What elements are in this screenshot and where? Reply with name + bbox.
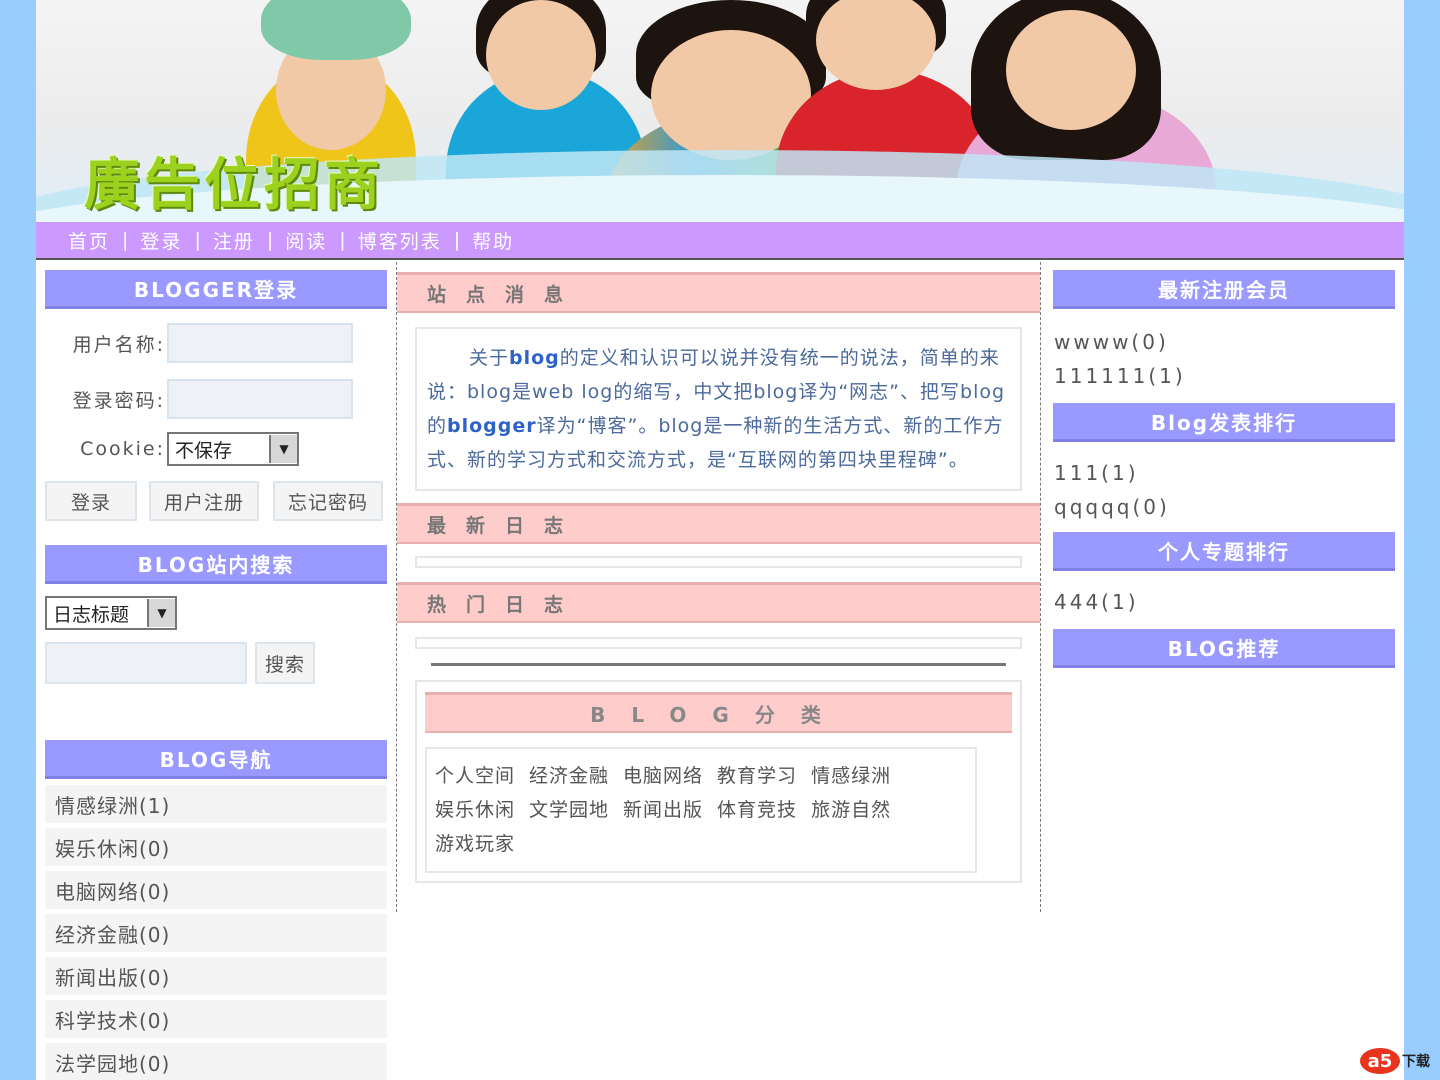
nav-login[interactable]: 登录 [128, 227, 194, 254]
ad-slogan: 廣告位招商 [84, 152, 384, 218]
forgot-password-button[interactable]: 忘记密码 [273, 481, 383, 521]
blog-nav-item[interactable]: 情感绿洲(1) [45, 785, 387, 823]
top-nav: 首页 | 登录 | 注册 | 阅读 | 博客列表 | 帮助 [36, 222, 1404, 260]
topics-title: 个人专题排行 [1053, 532, 1395, 571]
category-list: 个人空间 经济金融 电脑网络 教育学习 情感绿洲 娱乐休闲 文学园地 新闻出版 … [425, 747, 977, 873]
news-title: 站点消息 [397, 272, 1040, 313]
category-item[interactable]: 文学园地 [529, 793, 609, 827]
banner-ad[interactable]: 廣告位招商 [36, 0, 1404, 222]
password-label: 登录密码: [72, 389, 165, 412]
blog-nav-item[interactable]: 电脑网络(0) [45, 871, 387, 909]
news-box: 关于blog的定义和认识可以说并没有统一的说法，简单的来说：blog是web l… [415, 327, 1022, 491]
members-list: wwww(0) 111111(1) [1053, 325, 1395, 393]
password-row: 登录密码: [45, 371, 387, 427]
category-box: BLOG分类 个人空间 经济金融 电脑网络 教育学习 情感绿洲 娱乐休闲 文学园… [415, 680, 1022, 883]
login-button[interactable]: 登录 [45, 481, 137, 521]
username-label: 用户名称: [72, 333, 165, 356]
nav-help[interactable]: 帮助 [460, 227, 526, 254]
blog-nav-item[interactable]: 娱乐休闲(0) [45, 828, 387, 866]
register-button[interactable]: 用户注册 [149, 481, 259, 521]
blog-nav-item[interactable]: 法学园地(0) [45, 1043, 387, 1080]
child-face [486, 0, 596, 110]
child-hat [261, 0, 411, 60]
category-item[interactable]: 游戏玩家 [435, 827, 515, 861]
cookie-row: Cookie: 不保存 ▼ [45, 427, 387, 471]
search-title: BLOG站内搜索 [45, 545, 387, 584]
member-item[interactable]: wwww(0) [1053, 325, 1395, 359]
topics-list: 444(1) [1053, 585, 1395, 619]
page: 廣告位招商 首页 | 登录 | 注册 | 阅读 | 博客列表 | 帮助 BLOG… [36, 0, 1404, 1080]
hot-title: 热门日志 [397, 582, 1040, 623]
category-item[interactable]: 情感绿洲 [811, 759, 891, 793]
right-sidebar: 最新注册会员 wwww(0) 111111(1) Blog发表排行 111(1)… [1053, 270, 1395, 668]
blog-nav-item[interactable]: 经济金融(0) [45, 914, 387, 952]
login-title: BLOGGER登录 [45, 270, 387, 309]
intro-bold: blogger [447, 415, 537, 437]
ranking-list: 111(1) qqqqq(0) [1053, 456, 1395, 524]
category-item[interactable]: 电脑网络 [623, 759, 703, 793]
cookie-select-value: 不保存 [175, 439, 233, 462]
intro-text: 关于blog的定义和认识可以说并没有统一的说法，简单的来说：blog是web l… [417, 329, 1020, 489]
chevron-down-icon[interactable]: ▼ [147, 599, 175, 627]
member-item[interactable]: 111111(1) [1053, 359, 1395, 393]
divider [431, 663, 1006, 666]
topic-item[interactable]: 444(1) [1053, 585, 1395, 619]
username-input[interactable] [167, 323, 353, 363]
ranking-item[interactable]: 111(1) [1053, 456, 1395, 490]
category-item[interactable]: 经济金融 [529, 759, 609, 793]
members-title: 最新注册会员 [1053, 270, 1395, 309]
watermark-text: 下载 [1402, 1054, 1430, 1070]
password-input[interactable] [167, 379, 353, 419]
ranking-item[interactable]: qqqqq(0) [1053, 490, 1395, 524]
search-button[interactable]: 搜索 [255, 642, 315, 684]
category-item[interactable]: 旅游自然 [811, 793, 891, 827]
cookie-select[interactable]: 不保存 ▼ [167, 432, 299, 466]
search-row: 搜索 [45, 642, 387, 684]
watermark-logo: a5 [1360, 1048, 1400, 1074]
blog-nav-item[interactable]: 科学技术(0) [45, 1000, 387, 1038]
blog-nav-list: 情感绿洲(1) 娱乐休闲(0) 电脑网络(0) 经济金融(0) 新闻出版(0) … [45, 785, 387, 1080]
main-content: 站点消息 关于blog的定义和认识可以说并没有统一的说法，简单的来说：blog是… [396, 262, 1041, 912]
latest-title: 最新日志 [397, 503, 1040, 544]
nav-register[interactable]: 注册 [201, 227, 267, 254]
blog-nav-title: BLOG导航 [45, 740, 387, 779]
nav-home[interactable]: 首页 [56, 227, 122, 254]
chevron-down-icon[interactable]: ▼ [269, 435, 297, 463]
search-type-value: 日志标题 [53, 603, 130, 626]
login-buttons: 登录 用户注册 忘记密码 [45, 481, 387, 521]
username-row: 用户名称: [45, 315, 387, 371]
category-item[interactable]: 个人空间 [435, 759, 515, 793]
cookie-label: Cookie: [80, 438, 165, 460]
category-item[interactable]: 体育竞技 [717, 793, 797, 827]
search-type-select[interactable]: 日志标题 ▼ [45, 596, 177, 630]
intro-bold: blog [509, 347, 560, 369]
blog-nav-item[interactable]: 新闻出版(0) [45, 957, 387, 995]
search-input[interactable] [45, 642, 247, 684]
nav-blog-list[interactable]: 博客列表 [346, 227, 454, 254]
category-item[interactable]: 教育学习 [717, 759, 797, 793]
ranking-title: Blog发表排行 [1053, 403, 1395, 442]
latest-box [415, 556, 1022, 568]
recommend-title: BLOG推荐 [1053, 629, 1395, 668]
category-item[interactable]: 娱乐休闲 [435, 793, 515, 827]
intro-part: 关于 [469, 347, 510, 369]
category-item[interactable]: 新闻出版 [623, 793, 703, 827]
watermark: a5 下载 [1360, 1048, 1430, 1074]
nav-read[interactable]: 阅读 [273, 227, 339, 254]
category-title: BLOG分类 [425, 692, 1012, 733]
child-face [1006, 10, 1136, 130]
hot-box [415, 637, 1022, 649]
left-sidebar: BLOGGER登录 用户名称: 登录密码: Cookie: 不保存 ▼ 登录 用… [45, 270, 387, 1080]
